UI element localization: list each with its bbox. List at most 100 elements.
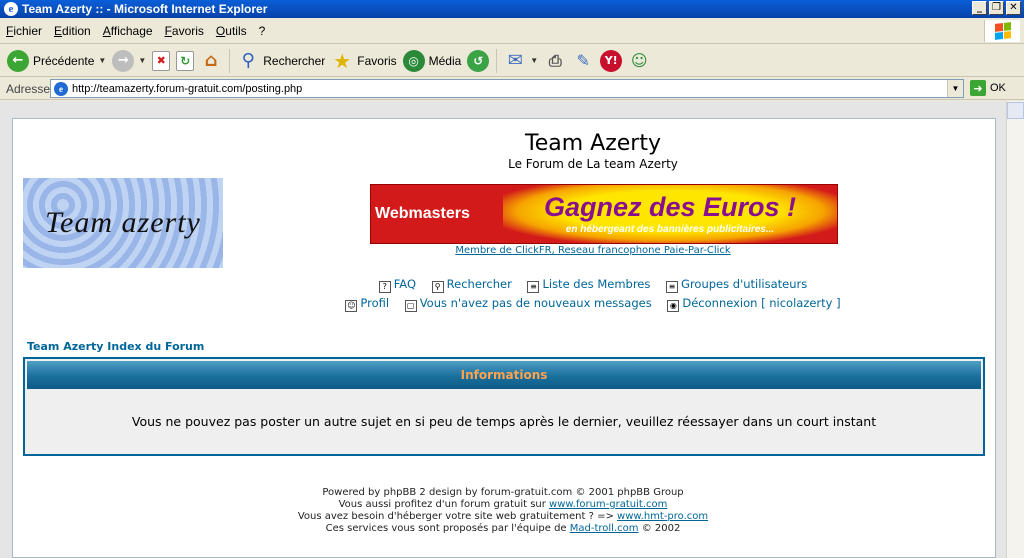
info-message: Vous ne pouvez pas poster un autre sujet… [131,414,877,429]
media-label: Média [428,53,462,68]
printer-icon: ⎙ [548,50,562,70]
clickfr-link[interactable]: Membre de ClickFR, Reseau francophone Pa… [3,245,1024,256]
restore-button[interactable]: ❐ [989,1,1004,15]
hmt-pro-link[interactable]: www.hmt-pro.com [617,511,708,522]
mail-icon: ✉ [507,50,523,71]
history-icon: ↺ [467,49,490,72]
menu-edition[interactable]: Edition [48,24,97,38]
search-button[interactable]: ⚲ Rechercher [234,47,328,75]
groups-icon: ≡ [666,281,679,293]
page-icon: e [54,81,68,96]
nav-groups[interactable]: ≡ Groupes d'utilisateurs [666,277,807,293]
windows-logo [984,20,1020,42]
search-label: Rechercher [263,53,326,68]
address-input[interactable]: e http://teamazerty.forum-gratuit.com/po… [50,79,964,98]
edit-button[interactable]: ✎ [569,47,597,75]
print-button[interactable]: ⎙ [541,47,569,75]
media-button[interactable]: ◎ Média [400,47,465,75]
address-dropdown-icon[interactable]: ▼ [947,80,963,97]
go-button[interactable]: ➜ OK [970,80,1006,96]
search-icon: ⚲ [431,281,444,293]
faq-icon: ? [378,281,391,293]
logout-icon: ◉ [667,300,680,312]
go-label: OK [990,82,1006,94]
forum-gratuit-link[interactable]: www.forum-gratuit.com [549,499,667,510]
go-arrow-icon: ➜ [970,80,986,96]
banner-right: Gagnez des Euros ! en hébergeant des ban… [503,185,837,243]
address-url[interactable]: http://teamazerty.forum-gratuit.com/post… [72,83,302,95]
menu-outils[interactable]: Outils [210,24,253,38]
ie-icon: e [4,2,18,16]
chevron-down-icon[interactable]: ▼ [138,56,146,65]
banner-left-text: Webmasters [375,205,470,222]
yahoo-button[interactable]: Y! [597,47,625,75]
home-button[interactable]: ⌂ [197,47,225,75]
refresh-button[interactable]: ↻ [173,47,197,75]
footer-line-2: Vous aussi profitez d'un forum gratuit s… [338,499,668,510]
star-icon: ★ [333,48,352,73]
globe-icon: ◎ [402,49,425,72]
nav-messages[interactable]: ▢ Vous n'avez pas de nouveaux messages [404,296,652,312]
refresh-icon: ↻ [176,50,195,71]
site-title: Team Azerty [525,131,661,156]
nav-logout[interactable]: ◉ Déconnexion [ nicolazerty ] [667,296,841,312]
info-box: Informations Vous ne pouvez pas poster u… [23,357,985,456]
ad-banner[interactable]: Webmasters Gagnez des Euros ! en héberge… [370,184,838,244]
mad-troll-link[interactable]: Mad-troll.com [570,523,639,534]
search-icon: ⚲ [241,50,255,71]
minimize-button[interactable]: _ [972,1,987,15]
history-button[interactable]: ↺ [464,47,492,75]
footer-line-3: Vous avez besoin d'héberger votre site w… [297,511,709,522]
nav-search[interactable]: ⚲ Rechercher [431,277,512,293]
back-button[interactable]: ← Précédente ▼ [4,47,109,75]
menu-favoris[interactable]: Favoris [159,24,210,38]
home-icon: ⌂ [204,50,218,71]
menu-fichier[interactable]: Fichier [0,24,48,38]
scroll-up-button[interactable] [1007,102,1024,119]
favorites-label: Favoris [357,53,397,68]
mail-button[interactable]: ✉ ▼ [501,47,541,75]
vertical-scrollbar[interactable] [1006,101,1024,558]
menu-affichage[interactable]: Affichage [97,24,159,38]
toolbar-separator [229,48,231,73]
browser-viewport: Team Azerty Le Forum de La team Azerty T… [0,101,1006,558]
back-label: Précédente [33,53,95,68]
site-subtitle: Le Forum de La team Azerty [508,157,678,171]
close-button[interactable]: ✕ [1006,1,1021,15]
banner-main-text: Gagnez des Euros ! [543,191,797,222]
title-bar: e Team Azerty :: - Microsoft Internet Ex… [0,0,1024,18]
banner-small-text: en hébergeant des bannières publicitaire… [565,223,775,235]
messenger-button[interactable]: ☺ [625,47,653,75]
info-header: Informations [27,361,981,389]
chevron-down-icon[interactable]: ▼ [530,56,538,65]
toolbar: ← Précédente ▼ → ▼ ✖ ↻ ⌂ ⚲ Rechercher ★ … [0,45,1024,77]
message-icon: ▢ [404,300,417,312]
forward-arrow-icon: → [112,49,135,72]
nav-faq[interactable]: ? FAQ [378,277,416,293]
profile-icon: ☺ [345,300,358,312]
back-arrow-icon: ← [7,49,29,72]
yahoo-icon: Y! [600,49,623,72]
stop-icon: ✖ [152,50,171,71]
footer-line-1: Powered by phpBB 2 design by forum-gratu… [322,487,684,498]
stop-button[interactable]: ✖ [149,47,173,75]
address-label: Adresse [6,81,51,96]
windows-flag-icon [994,22,1011,40]
breadcrumb-forum-index[interactable]: Team Azerty Index du Forum [27,340,204,353]
footer: Powered by phpBB 2 design by forum-gratu… [13,487,993,535]
window-title: Team Azerty :: - Microsoft Internet Expl… [22,2,268,16]
menu-bar: Fichier Edition Affichage Favoris Outils… [0,18,1024,44]
messenger-icon: ☺ [630,51,648,70]
logo-text: Team azerty [45,206,201,239]
chevron-down-icon[interactable]: ▼ [98,56,106,65]
edit-icon: ✎ [576,51,590,70]
nav-members[interactable]: ≡ Liste des Membres [527,277,650,293]
nav-row-2: ☺ Profil ▢ Vous n'avez pas de nouveaux mes… [3,296,1024,312]
forward-button[interactable]: → ▼ [109,47,149,75]
toolbar-separator [496,48,498,73]
nav-profile[interactable]: ☺ Profil [345,296,389,312]
menu-help[interactable]: ? [253,24,272,38]
forum-page: Team Azerty Le Forum de La team Azerty T… [12,118,996,558]
favorites-button[interactable]: ★ Favoris [328,47,399,75]
address-bar: Adresse e http://teamazerty.forum-gratui… [0,78,1024,100]
